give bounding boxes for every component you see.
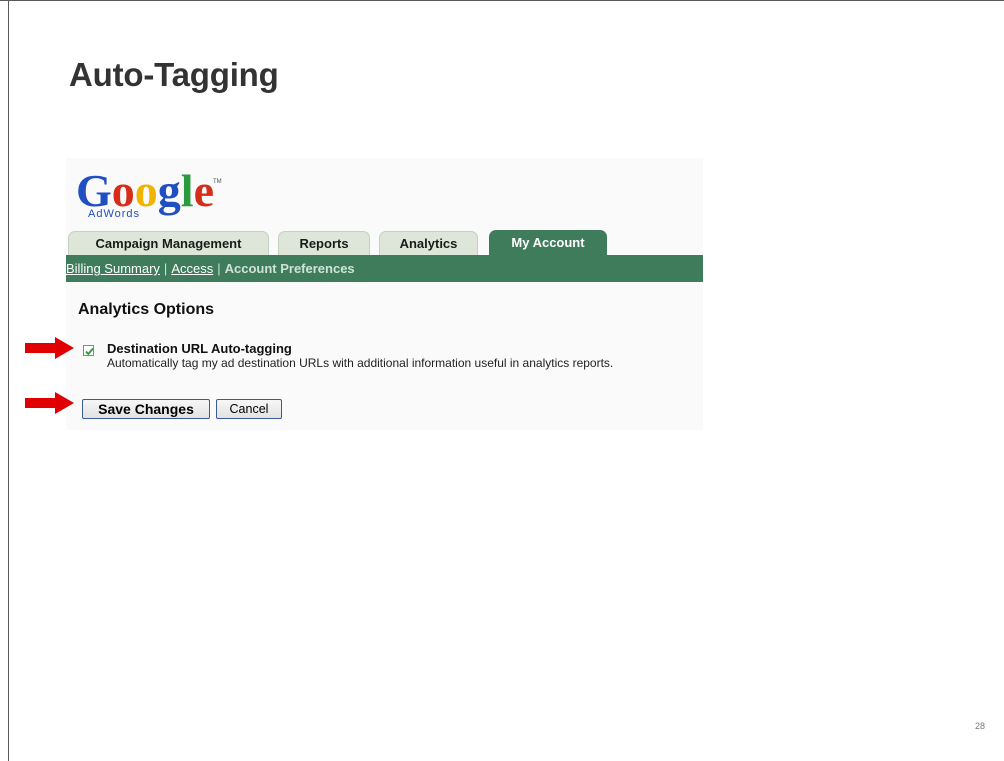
checkmark-icon — [85, 347, 94, 356]
arrow-right-icon — [25, 392, 74, 414]
logo-product-name: AdWords — [88, 208, 140, 220]
main-tabs: Campaign Management Reports Analytics My… — [66, 230, 703, 255]
subnav-access[interactable]: Access — [171, 261, 213, 276]
slide-frame-top — [0, 0, 1004, 1]
tab-my-account[interactable]: My Account — [489, 230, 607, 255]
auto-tagging-checkbox[interactable] — [83, 345, 94, 356]
subnav-separator: | — [217, 261, 221, 276]
subnav-separator: | — [163, 261, 168, 276]
page-number: 28 — [975, 721, 986, 731]
logo-tm: TM — [213, 179, 222, 185]
slide-frame-left — [8, 0, 9, 761]
auto-tagging-label: Destination URL Auto-tagging — [107, 341, 292, 356]
tab-analytics[interactable]: Analytics — [379, 231, 478, 255]
save-changes-button[interactable]: Save Changes — [82, 399, 210, 419]
account-subnav: Billing Summary | Access | Account Preferenc… — [66, 255, 703, 282]
arrow-right-icon — [25, 337, 74, 359]
tab-campaign-management[interactable]: Campaign Management — [68, 231, 269, 255]
slide-title: Auto-Tagging — [69, 56, 279, 93]
auto-tagging-description: Automatically tag my ad destination URLs… — [107, 356, 614, 370]
adwords-screenshot: Google TM AdWords Campaign Management Re… — [66, 158, 703, 430]
cancel-button[interactable]: Cancel — [216, 399, 282, 419]
subnav-billing-summary[interactable]: Billing Summary — [66, 261, 160, 276]
tab-reports[interactable]: Reports — [278, 231, 370, 255]
analytics-options-heading: Analytics Options — [78, 301, 215, 318]
subnav-account-preferences: Account Preferences — [224, 261, 355, 276]
google-adwords-logo: Google TM AdWords — [76, 165, 222, 220]
